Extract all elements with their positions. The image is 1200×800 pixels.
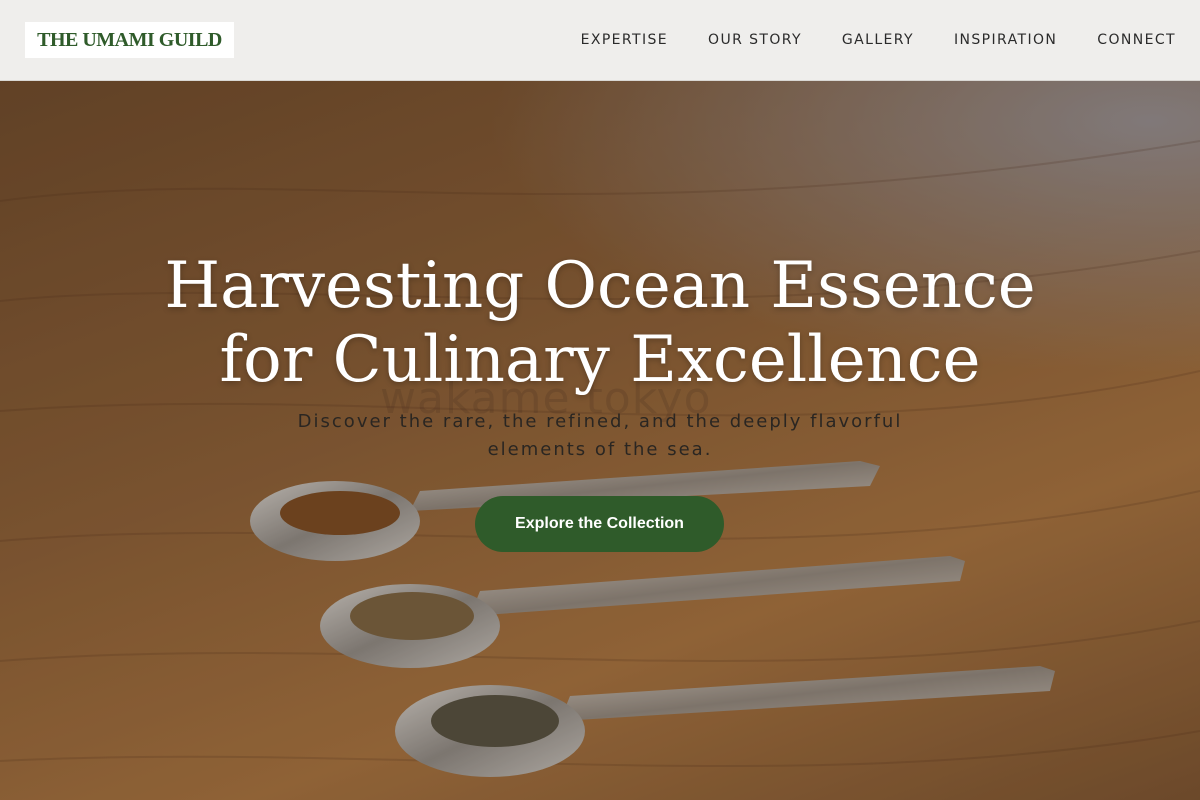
hero-title: Harvesting Ocean Essence for Culinary Ex… [150,249,1050,397]
main-nav: EXPERTISE OUR STORY GALLERY INSPIRATION … [581,32,1176,48]
nav-expertise[interactable]: EXPERTISE [581,32,668,48]
hero-subtitle-line-2: elements of the sea. [487,439,713,460]
hero-title-line-1: Harvesting Ocean Essence [164,249,1036,323]
nav-our-story[interactable]: OUR STORY [708,32,802,48]
hero-title-line-2: for Culinary Excellence [219,323,981,397]
explore-collection-button[interactable]: Explore the Collection [475,496,724,552]
nav-connect[interactable]: CONNECT [1097,32,1176,48]
hero-section: wakame tokyo Harvesting Ocean Essence fo… [0,81,1200,800]
nav-gallery[interactable]: GALLERY [842,32,914,48]
site-logo[interactable]: THE UMAMI GUILD [25,22,234,58]
nav-inspiration[interactable]: INSPIRATION [954,32,1057,48]
hero-subtitle-line-1: Discover the rare, the refined, and the … [297,411,903,432]
hero-subtitle: Discover the rare, the refined, and the … [280,408,920,464]
site-header: THE UMAMI GUILD EXPERTISE OUR STORY GALL… [0,0,1200,81]
